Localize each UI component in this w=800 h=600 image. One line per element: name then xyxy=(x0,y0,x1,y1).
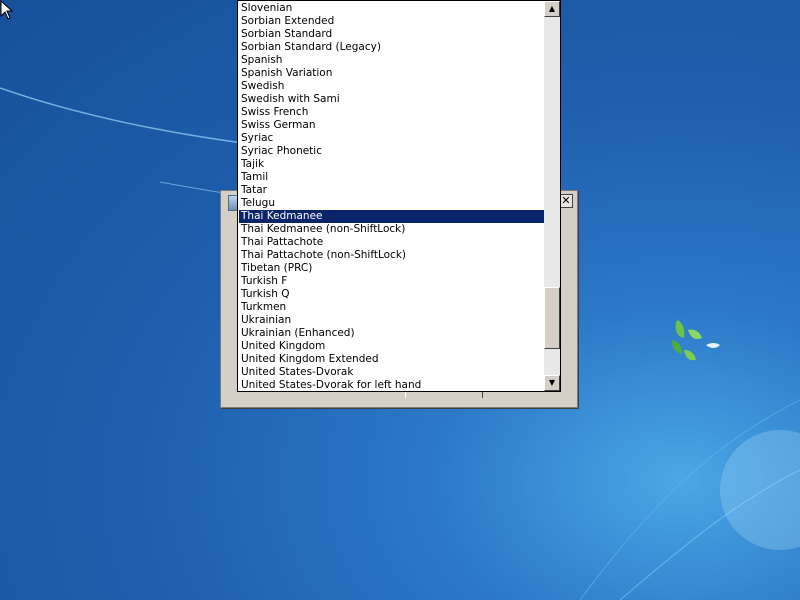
list-item[interactable]: Thai Pattachote (non-ShiftLock) xyxy=(239,249,544,262)
arrow-cursor-icon xyxy=(0,0,14,20)
keyboard-layout-list[interactable]: Slovenian Sorbian Extended Sorbian Standar… xyxy=(239,2,544,391)
close-button[interactable]: ✕ xyxy=(559,194,573,208)
list-item[interactable]: Thai Pattachote xyxy=(239,236,544,249)
list-item[interactable]: Slovenian xyxy=(239,2,544,15)
list-item-selected[interactable]: Thai Kedmanee xyxy=(239,210,544,223)
scrollbar-thumb[interactable] xyxy=(544,287,560,349)
dialog-next-button[interactable] xyxy=(405,391,483,398)
list-item[interactable]: Turkmen xyxy=(239,301,544,314)
list-item[interactable]: Sorbian Extended xyxy=(239,15,544,28)
scroll-up-button[interactable]: ▲ xyxy=(544,1,560,17)
arrow-down-icon: ▼ xyxy=(548,378,556,387)
list-item[interactable]: Tibetan (PRC) xyxy=(239,262,544,275)
list-item[interactable]: Swiss French xyxy=(239,106,544,119)
list-item[interactable]: Swedish with Sami xyxy=(239,93,544,106)
scroll-down-button[interactable]: ▼ xyxy=(544,375,560,391)
list-item[interactable]: Tatar xyxy=(239,184,544,197)
list-item[interactable]: United States-Dvorak for left hand xyxy=(239,379,544,391)
list-item[interactable]: Tajik xyxy=(239,158,544,171)
list-item[interactable]: Syriac Phonetic xyxy=(239,145,544,158)
list-scrollbar[interactable]: ▲ ▼ xyxy=(544,1,560,391)
list-item[interactable]: Spanish Variation xyxy=(239,67,544,80)
list-item[interactable]: Swedish xyxy=(239,80,544,93)
windows-flag-logo-icon xyxy=(672,320,720,361)
list-item[interactable]: United States-Dvorak xyxy=(239,366,544,379)
list-item[interactable]: Sorbian Standard (Legacy) xyxy=(239,41,544,54)
arrow-up-icon: ▲ xyxy=(548,4,556,13)
list-item[interactable]: Turkish F xyxy=(239,275,544,288)
list-item[interactable]: United Kingdom Extended xyxy=(239,353,544,366)
list-item[interactable]: United Kingdom xyxy=(239,340,544,353)
list-item[interactable]: Syriac xyxy=(239,132,544,145)
list-item[interactable]: Thai Kedmanee (non-ShiftLock) xyxy=(239,223,544,236)
keyboard-layout-dropdown-list[interactable]: Slovenian Sorbian Extended Sorbian Standar… xyxy=(237,0,561,392)
list-item[interactable]: Turkish Q xyxy=(239,288,544,301)
list-item[interactable]: Sorbian Standard xyxy=(239,28,544,41)
list-item[interactable]: Ukrainian xyxy=(239,314,544,327)
list-item[interactable]: Swiss German xyxy=(239,119,544,132)
list-item[interactable]: Telugu xyxy=(239,197,544,210)
list-item[interactable]: Ukrainian (Enhanced) xyxy=(239,327,544,340)
list-item[interactable]: Tamil xyxy=(239,171,544,184)
list-item[interactable]: Spanish xyxy=(239,54,544,67)
